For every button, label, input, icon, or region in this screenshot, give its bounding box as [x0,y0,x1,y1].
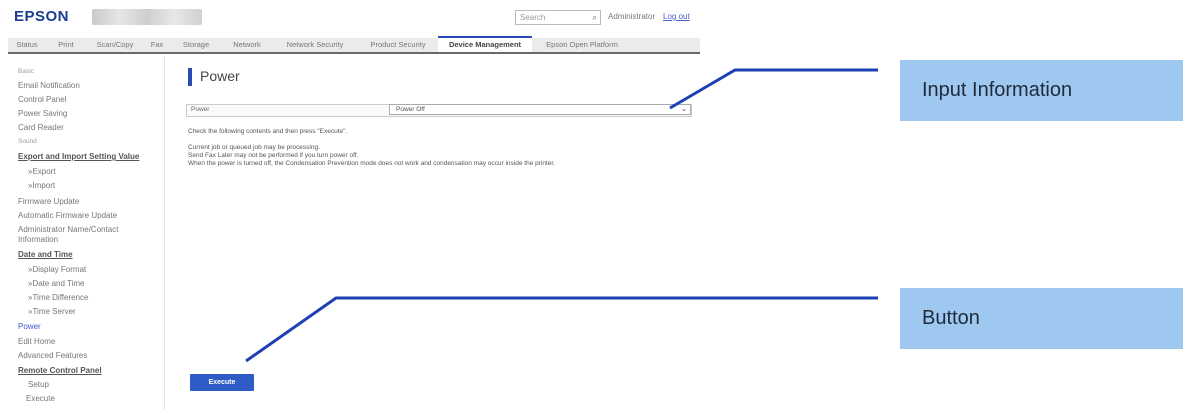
input-information-callout: Input Information [900,60,1183,121]
button-pointer-line [245,296,878,363]
input-information-pointer-line [669,68,878,110]
button-callout: Button [900,288,1183,349]
